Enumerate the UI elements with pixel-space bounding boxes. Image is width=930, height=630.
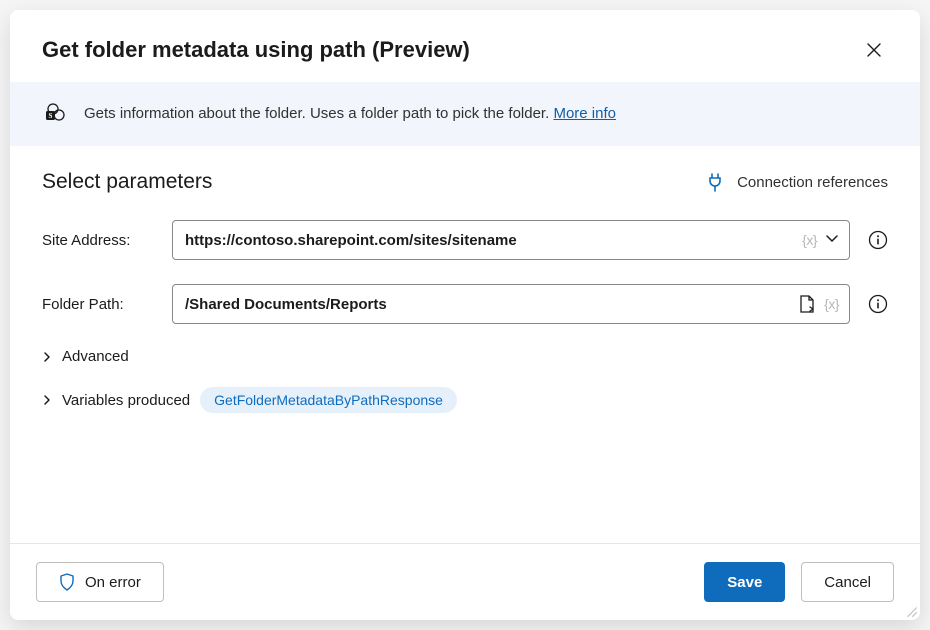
chevron-right-icon xyxy=(42,351,52,363)
dialog-footer: On error Save Cancel xyxy=(10,543,920,620)
site-address-dropdown[interactable] xyxy=(825,231,839,250)
section-header-row: Select parameters Connection references xyxy=(42,170,888,194)
file-arrow-icon xyxy=(798,294,816,314)
save-button[interactable]: Save xyxy=(704,562,785,602)
site-address-input-wrap: {x} xyxy=(172,220,850,260)
info-banner: S Gets information about the folder. Use… xyxy=(10,82,920,146)
site-address-input[interactable] xyxy=(173,232,802,249)
variable-chip[interactable]: GetFolderMetadataByPathResponse xyxy=(200,387,457,413)
svg-text:S: S xyxy=(49,112,53,120)
shield-icon xyxy=(59,573,75,591)
close-icon xyxy=(866,42,882,58)
folder-path-label: Folder Path: xyxy=(42,296,154,313)
banner-text: Gets information about the folder. Uses … xyxy=(84,105,616,122)
dialog-title: Get folder metadata using path (Preview) xyxy=(42,37,470,63)
plug-icon xyxy=(707,172,723,192)
chevron-right-icon xyxy=(42,394,52,406)
dialog: Get folder metadata using path (Preview)… xyxy=(10,10,920,620)
variables-expander[interactable]: Variables produced GetFolderMetadataByPa… xyxy=(42,387,888,413)
connection-references-label: Connection references xyxy=(737,174,888,191)
param-row-site-address: Site Address: {x} xyxy=(42,220,888,260)
connection-references-button[interactable]: Connection references xyxy=(707,172,888,192)
cancel-button[interactable]: Cancel xyxy=(801,562,894,602)
section-title: Select parameters xyxy=(42,170,212,194)
site-address-info[interactable] xyxy=(868,230,888,250)
dialog-body: Select parameters Connection references … xyxy=(10,146,920,543)
resize-grip-icon[interactable] xyxy=(904,604,918,618)
chevron-down-icon xyxy=(825,231,839,245)
site-address-label: Site Address: xyxy=(42,232,154,249)
info-icon xyxy=(868,294,888,314)
dialog-header: Get folder metadata using path (Preview) xyxy=(10,10,920,82)
folder-path-info[interactable] xyxy=(868,294,888,314)
more-info-link[interactable]: More info xyxy=(553,105,616,122)
info-icon xyxy=(868,230,888,250)
on-error-button[interactable]: On error xyxy=(36,562,164,602)
advanced-label: Advanced xyxy=(62,348,129,365)
close-button[interactable] xyxy=(860,36,888,64)
site-address-suffix: {x} xyxy=(802,231,849,250)
on-error-label: On error xyxy=(85,574,141,591)
variables-label: Variables produced xyxy=(62,392,190,409)
folder-path-input[interactable] xyxy=(173,296,798,313)
folder-path-suffix: {x} xyxy=(798,294,849,314)
footer-actions: Save Cancel xyxy=(704,562,894,602)
sharepoint-icon: S xyxy=(44,102,66,124)
variable-token-icon[interactable]: {x} xyxy=(824,296,839,312)
param-row-folder-path: Folder Path: {x} xyxy=(42,284,888,324)
variable-token-icon[interactable]: {x} xyxy=(802,232,817,248)
advanced-expander[interactable]: Advanced xyxy=(42,348,888,365)
folder-path-input-wrap: {x} xyxy=(172,284,850,324)
file-picker-button[interactable] xyxy=(798,294,816,314)
banner-description: Gets information about the folder. Uses … xyxy=(84,105,553,122)
